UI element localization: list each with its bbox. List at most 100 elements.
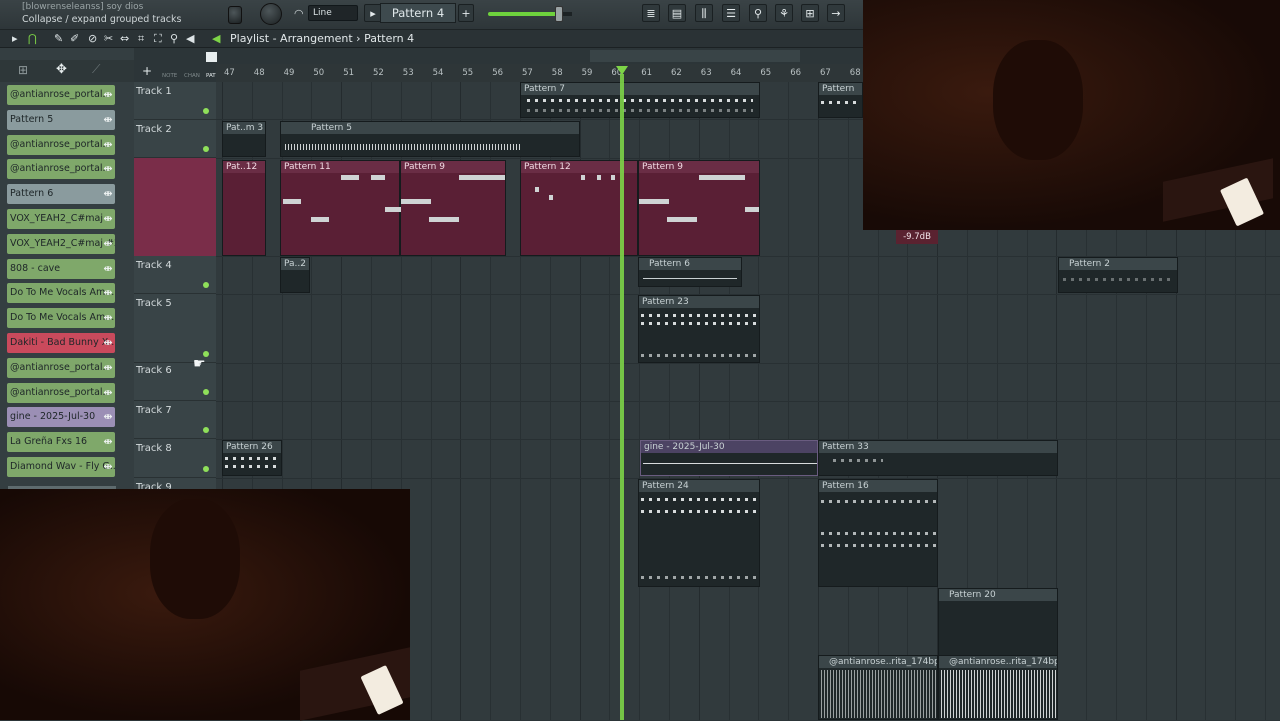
pattern-selector[interactable]: Pattern 4 bbox=[380, 3, 456, 23]
tree-icon[interactable]: ⊞ bbox=[801, 4, 819, 22]
pattern-clip[interactable]: Pat..12 bbox=[222, 160, 266, 256]
clip-body bbox=[639, 173, 759, 255]
pattern-clip[interactable]: Pattern 6 bbox=[638, 257, 742, 287]
picker-clip[interactable]: @antianrose_portal... bbox=[7, 382, 115, 403]
pattern-label: Pattern 5 bbox=[281, 122, 579, 134]
clip-note bbox=[341, 175, 359, 180]
move-icon[interactable]: ✥ bbox=[56, 62, 67, 77]
pattern-clip[interactable]: Pattern 9 bbox=[638, 160, 760, 256]
slip-icon[interactable]: ⇔ bbox=[120, 32, 129, 45]
clip-type-icon: ⇼ bbox=[103, 311, 113, 325]
track-mute-led[interactable] bbox=[203, 427, 209, 433]
slice-icon[interactable]: ⌗ bbox=[138, 32, 144, 46]
track-mute-led[interactable] bbox=[203, 108, 209, 114]
master-volume-slider[interactable] bbox=[555, 6, 563, 22]
picker-clip[interactable]: Dakiti - Bad Bunny X... bbox=[7, 333, 115, 353]
pencil-icon[interactable]: ✎ bbox=[54, 32, 63, 45]
plugin-icon[interactable]: ⚲ bbox=[749, 4, 767, 22]
lock-icon[interactable] bbox=[228, 6, 242, 24]
picker-clip[interactable]: Diamond Wav - Fly G... bbox=[7, 457, 115, 477]
master-volume-fill bbox=[488, 12, 558, 16]
piano-roll-icon[interactable]: ▤ bbox=[668, 4, 686, 22]
mute-icon[interactable]: ✂ bbox=[104, 32, 113, 45]
pattern-clip[interactable]: Pattern 24 bbox=[638, 479, 760, 587]
pattern-clip[interactable]: Pattern bbox=[818, 82, 863, 118]
playlist-icon[interactable]: ≣ bbox=[642, 4, 660, 22]
arrow-right-icon[interactable]: → bbox=[827, 4, 845, 22]
paint-icon[interactable]: ✐ bbox=[70, 32, 79, 45]
clip-notes bbox=[821, 101, 861, 104]
pattern-clip[interactable]: Pattern 2 bbox=[1058, 257, 1178, 293]
picker-clip[interactable]: 808 - cave bbox=[7, 258, 115, 279]
bar-number: 62 bbox=[671, 68, 682, 78]
pattern-clip[interactable]: Pat..m 3 bbox=[222, 121, 266, 157]
track-mute-led[interactable] bbox=[203, 466, 209, 472]
picker-clip[interactable]: gine - 2025-Jul-30 bbox=[7, 407, 115, 428]
browser-icon[interactable]: ⚘ bbox=[775, 4, 793, 22]
piano-icon[interactable] bbox=[206, 52, 217, 62]
horizontal-scrollbar[interactable] bbox=[590, 50, 800, 62]
master-pitch-knob[interactable] bbox=[260, 3, 282, 25]
pattern-clip[interactable]: Pattern 20 bbox=[938, 588, 1058, 656]
bar-number: 57 bbox=[522, 68, 533, 78]
picker-clip[interactable]: Do To Me Vocals Am... bbox=[7, 283, 115, 304]
link-icon[interactable]: ⟋ bbox=[92, 62, 100, 77]
pattern-clip[interactable]: Pattern 11 bbox=[280, 160, 400, 256]
menu-arrow-icon[interactable]: ▸ bbox=[12, 32, 18, 45]
pattern-clip[interactable]: Pattern 33 bbox=[818, 440, 1058, 476]
track-mute-led[interactable] bbox=[203, 146, 209, 152]
note-label: NOTE bbox=[162, 73, 178, 79]
playback-icon[interactable]: ◀ bbox=[186, 32, 194, 45]
bar-number: 52 bbox=[373, 68, 384, 78]
audio-clip[interactable]: gine - 2025-Jul-30 bbox=[640, 440, 818, 476]
pattern-clip[interactable]: Pattern 7 bbox=[520, 82, 760, 118]
picker-clip[interactable]: La Greña Fxs 16 bbox=[7, 432, 115, 453]
clip-type-icon: ⇼ bbox=[103, 236, 113, 250]
picker-clip[interactable]: @antianrose_portal... bbox=[7, 357, 115, 378]
clip-note bbox=[611, 175, 615, 180]
bar-number: 65 bbox=[760, 68, 772, 78]
pattern-label: Pattern 20 bbox=[939, 589, 1057, 601]
pattern-clip[interactable]: Pattern 16 bbox=[818, 479, 938, 587]
picker-clip[interactable]: @antianrose_portal... bbox=[7, 85, 115, 105]
playhead-line bbox=[620, 74, 624, 720]
pattern-label: Pattern 2 bbox=[1059, 258, 1177, 270]
pattern-clip[interactable]: Pattern 26 bbox=[222, 440, 282, 476]
picker-clip[interactable]: Pattern 6 bbox=[7, 184, 115, 205]
picker-clip[interactable]: @antianrose_portal... bbox=[7, 134, 115, 155]
picker-clip[interactable]: VOX_YEAH2_C#maj #2 bbox=[7, 233, 115, 254]
picker-icon[interactable]: ⊞ bbox=[18, 63, 28, 77]
track-mute-led[interactable] bbox=[203, 389, 209, 395]
add-track-icon[interactable]: + bbox=[142, 64, 152, 78]
delete-icon[interactable]: ⊘ bbox=[88, 32, 97, 45]
clip-note bbox=[535, 187, 539, 192]
picker-clip[interactable]: Do To Me Vocals Am... bbox=[7, 308, 115, 329]
clip-notes bbox=[821, 500, 937, 503]
pattern-clip[interactable]: Pattern 9 bbox=[385, 160, 506, 256]
play-playlist-icon[interactable]: ◀ bbox=[212, 32, 220, 45]
add-pattern-button[interactable]: + bbox=[458, 4, 474, 22]
picker-clip[interactable]: Pattern 5 bbox=[7, 109, 115, 130]
pattern-clip[interactable]: Pattern 5 bbox=[280, 121, 580, 157]
clip-type-icon: ⇼ bbox=[103, 460, 113, 473]
picker-clip[interactable]: @antianrose_portal... bbox=[7, 159, 115, 180]
track-mute-led[interactable] bbox=[203, 282, 209, 288]
clip-note bbox=[549, 195, 553, 200]
headphones-icon[interactable]: ◠ bbox=[294, 7, 304, 20]
zoom-icon[interactable]: ⚲ bbox=[170, 32, 178, 45]
channel-rack-icon[interactable]: ☰ bbox=[722, 4, 740, 22]
picker-clip[interactable]: VOX_YEAH2_C#maj bbox=[7, 209, 115, 229]
audio-clip[interactable]: @antianrose..rita_174bpm bbox=[818, 655, 938, 720]
clip-automation bbox=[643, 278, 737, 279]
snap-mode-select[interactable]: Line bbox=[308, 5, 358, 21]
pattern-clip[interactable]: Pa..2 bbox=[280, 257, 310, 293]
magnet-icon[interactable]: ⋂ bbox=[28, 32, 37, 45]
audio-clip[interactable]: @antianrose..rita_174bpm bbox=[938, 655, 1058, 720]
pattern-clip[interactable]: Pattern 23 bbox=[638, 295, 760, 363]
track-name: Track 2 bbox=[136, 124, 172, 135]
bar-number: 61 bbox=[641, 68, 653, 78]
clip-note bbox=[581, 175, 585, 180]
mixer-icon[interactable]: ⫼ bbox=[695, 4, 713, 22]
bass-track-header[interactable] bbox=[134, 158, 216, 256]
select-icon[interactable]: ⛶ bbox=[154, 32, 162, 46]
